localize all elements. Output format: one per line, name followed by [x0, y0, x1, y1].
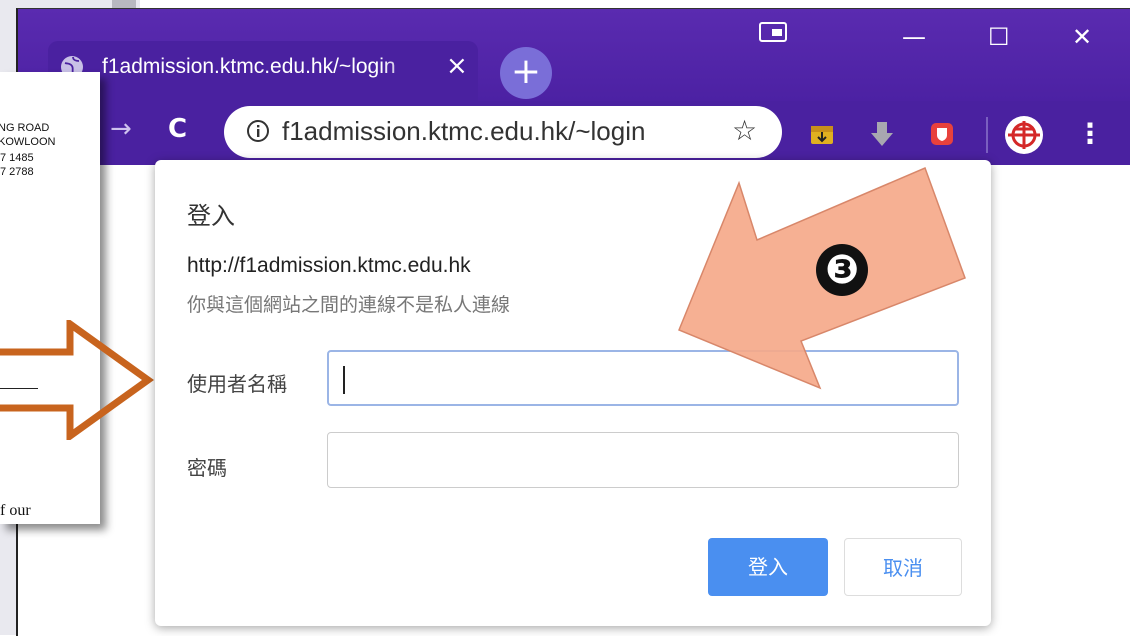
- annotation-arrow-icon: [678, 166, 966, 390]
- login-button[interactable]: 登入: [708, 538, 828, 596]
- menu-kebab-icon[interactable]: ⋮: [1076, 117, 1104, 150]
- tab-close-button[interactable]: ×: [446, 51, 468, 81]
- password-label: 密碼: [187, 456, 227, 480]
- minimize-button[interactable]: —: [902, 23, 926, 51]
- download-arrow-icon[interactable]: [868, 120, 896, 148]
- shield-extension-icon[interactable]: [928, 120, 956, 148]
- username-label: 使用者名稱: [187, 372, 287, 396]
- password-field[interactable]: [327, 432, 959, 488]
- dialog-title: 登入: [187, 202, 235, 230]
- profile-avatar-icon[interactable]: [1004, 115, 1044, 155]
- doc-address-line: KOWLOON: [0, 136, 56, 148]
- address-text: f1admission.ktmc.edu.hk/~login: [282, 116, 646, 146]
- doc-body-text: f our: [0, 502, 31, 519]
- forward-arrow-icon[interactable]: →: [110, 114, 132, 144]
- info-icon[interactable]: [246, 119, 270, 143]
- text-caret: [343, 366, 345, 394]
- extension-box-icon[interactable]: [808, 120, 836, 148]
- address-bar[interactable]: f1admission.ktmc.edu.hk/~login ☆: [224, 106, 782, 158]
- maximize-button[interactable]: ☐: [988, 23, 1010, 51]
- dialog-url: http://f1admission.ktmc.edu.hk: [187, 254, 471, 277]
- reload-icon[interactable]: C: [168, 114, 187, 144]
- doc-address-line: NG ROAD: [0, 122, 50, 134]
- password-input[interactable]: [328, 433, 958, 487]
- connection-warning: 你與這個網站之間的連線不是私人連線: [187, 294, 511, 316]
- document-page: NG ROAD KOWLOON 7 1485 7 2788 f our: [0, 72, 100, 524]
- new-tab-button[interactable]: +: [500, 47, 552, 99]
- cast-icon[interactable]: [758, 21, 788, 43]
- cancel-button[interactable]: 取消: [844, 538, 962, 596]
- orange-arrow-icon: [0, 320, 155, 440]
- window-close-button[interactable]: ✕: [1072, 23, 1092, 51]
- bookmark-star-icon[interactable]: ☆: [732, 114, 757, 147]
- doc-phone-line: 7 1485: [0, 152, 34, 164]
- step-number-badge: ❸: [816, 244, 868, 296]
- toolbar-separator: [986, 117, 988, 153]
- tab-title: f1admission.ktmc.edu.hk/~login: [102, 55, 396, 78]
- doc-fax-line: 7 2788: [0, 166, 34, 178]
- browser-tab[interactable]: f1admission.ktmc.edu.hk/~login ×: [48, 41, 478, 101]
